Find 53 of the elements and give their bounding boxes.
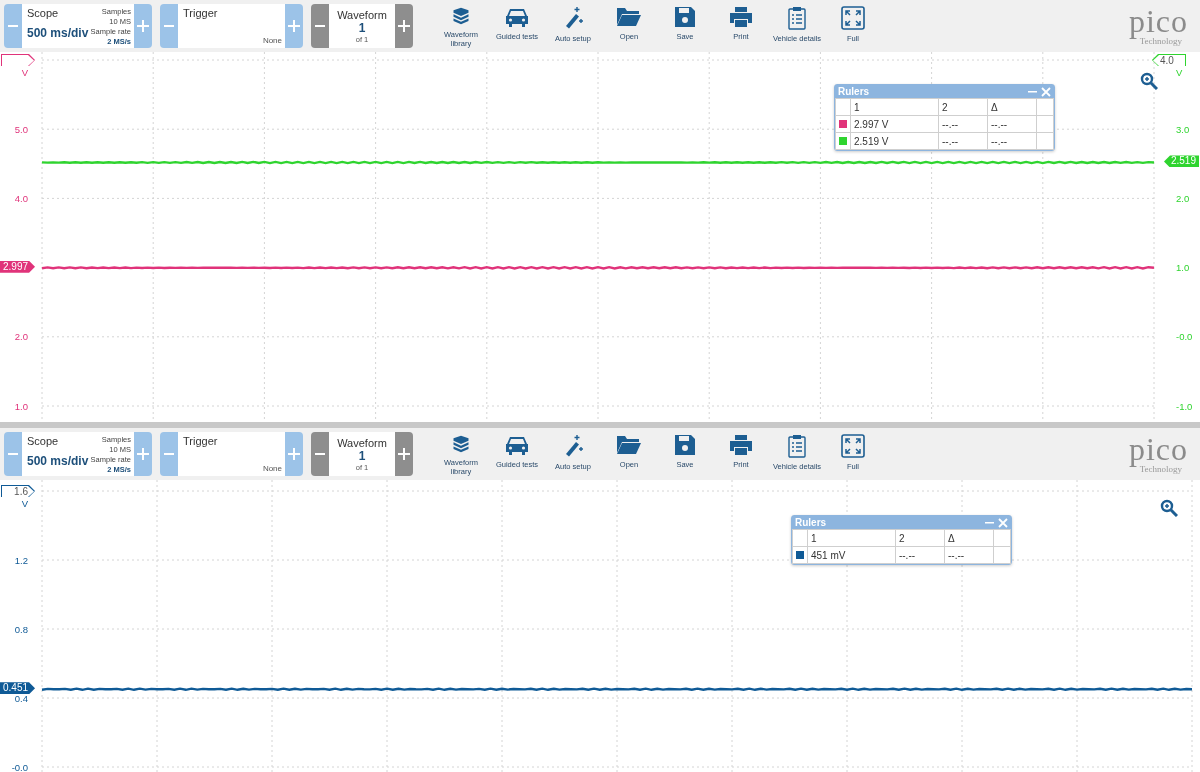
axis-tick-label: 3.0 — [1176, 124, 1190, 134]
waveform-label: Waveform — [337, 436, 387, 449]
axis-unit: V — [21, 499, 28, 508]
trigger-label: Trigger — [183, 7, 218, 19]
scale-marker[interactable]: 4.0 — [1152, 54, 1186, 66]
table-cell: 2.519 V — [850, 132, 939, 150]
table-cell: --.-- — [895, 546, 945, 564]
column-header: 1 — [850, 98, 939, 116]
timebase-value: 500 ms/div — [27, 26, 89, 40]
logo: pico Technology — [1127, 6, 1189, 46]
axis-tick-label: -0.0 — [11, 762, 28, 772]
column-header: 1 — [807, 529, 896, 547]
axis-tick-label: 1.2 — [14, 555, 28, 565]
timebase-value: 500 ms/div — [27, 454, 89, 468]
waveform-number: 1 — [358, 448, 366, 463]
logo: pico Technology — [1127, 434, 1189, 474]
axis-unit: V — [1176, 68, 1183, 77]
table-cell: --.-- — [938, 132, 988, 150]
column-header: Δ — [944, 529, 994, 547]
value-marker[interactable]: 0.451 — [0, 682, 36, 695]
table-cell: --.-- — [987, 115, 1037, 133]
axis-tick-label: 0.4 — [14, 693, 28, 703]
axis-tick-label: 2.0 — [14, 332, 28, 342]
axis-tick-label: 2.0 — [1176, 193, 1190, 203]
axis-tick-label: -0.0 — [1176, 332, 1193, 342]
trigger-mode: None — [262, 36, 282, 45]
column-header: Δ — [987, 98, 1037, 116]
column-header: 2 — [895, 529, 945, 547]
axis-tick-label: 1.0 — [14, 401, 28, 411]
waveform-label: Waveform — [337, 8, 387, 21]
axis-tick-label: 5.0 — [14, 124, 28, 134]
axis-tick-label: 1.0 — [1176, 263, 1190, 273]
axis-tick-label: 0.8 — [14, 624, 28, 634]
scope-label: Scope — [27, 435, 59, 447]
panel-title: Rulers — [795, 517, 828, 528]
trigger-label: Trigger — [183, 435, 218, 447]
table-cell: 451 mV — [807, 546, 896, 564]
trigger-mode: None — [262, 464, 282, 473]
table-cell: 2.997 V — [850, 115, 939, 133]
axis-tick-label: 4.0 — [14, 193, 28, 203]
panel-title: Rulers — [838, 86, 871, 97]
table-cell: --.-- — [938, 115, 988, 133]
axis-tick-label: -1.0 — [1176, 401, 1193, 411]
scope-label: Scope — [27, 7, 59, 19]
table-cell: --.-- — [944, 546, 994, 564]
trigger-panel[interactable]: Trigger None — [178, 432, 285, 476]
scale-marker[interactable]: 1.6 — [1, 485, 35, 497]
axis-unit: V — [21, 68, 28, 77]
value-marker[interactable]: 2.997 — [0, 260, 36, 273]
trigger-panel[interactable]: Trigger None — [178, 4, 285, 48]
column-header: 2 — [938, 98, 988, 116]
waveform-number: 1 — [358, 20, 366, 35]
table-cell: --.-- — [987, 132, 1037, 150]
